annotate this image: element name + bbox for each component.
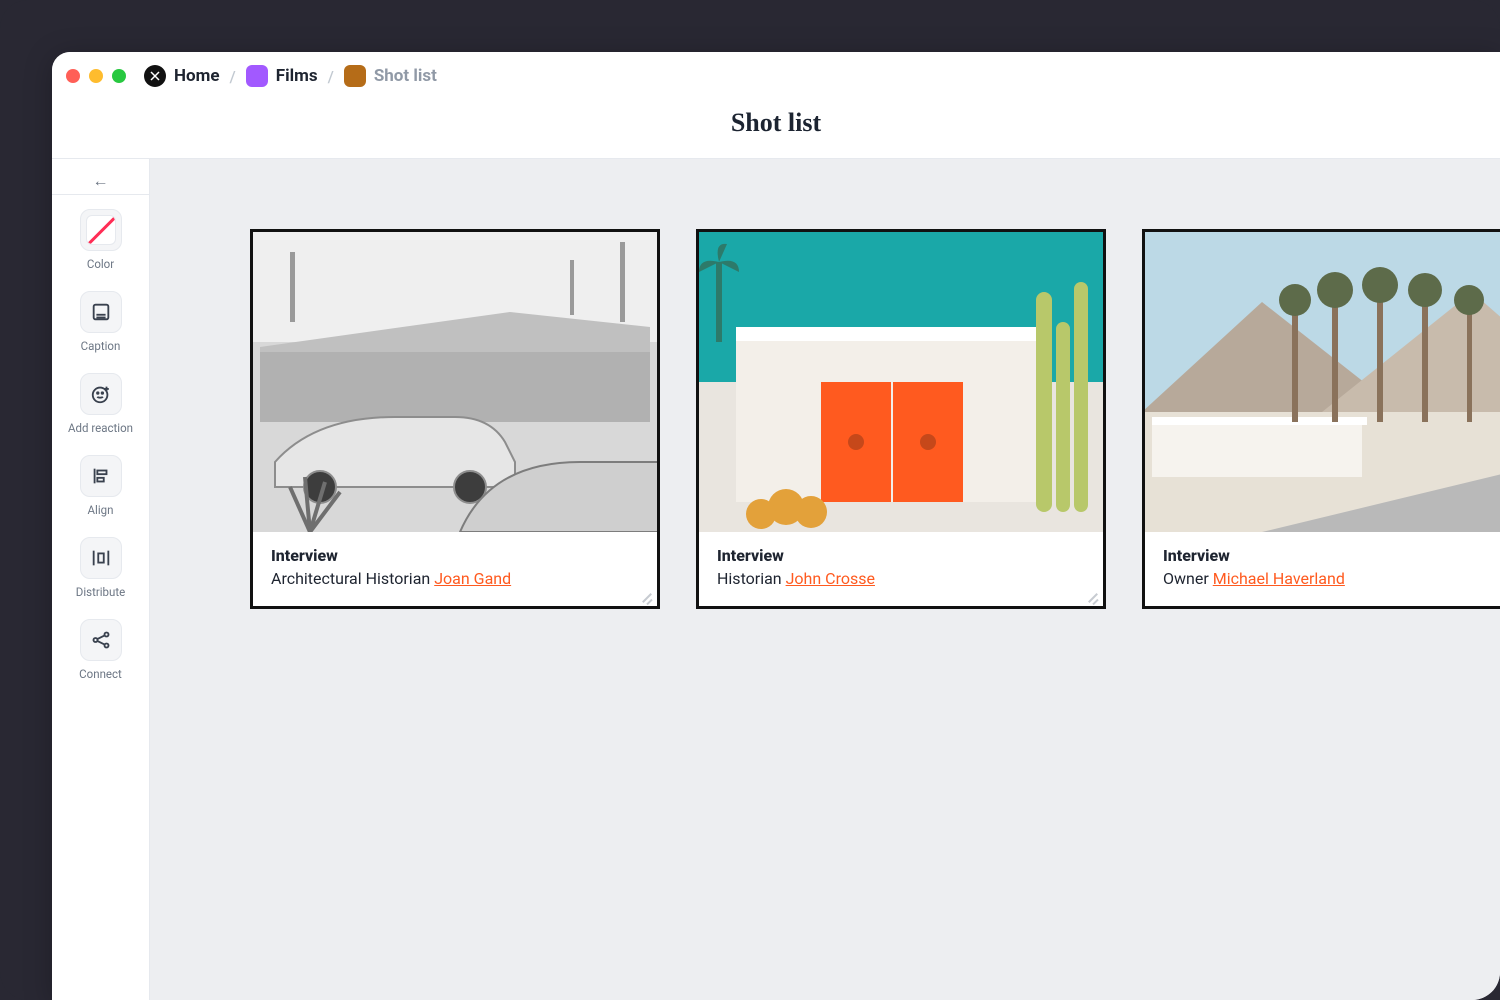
shot-thumbnail bbox=[253, 232, 657, 532]
breadcrumb-home[interactable]: Home bbox=[144, 65, 220, 87]
minimize-window-button[interactable] bbox=[89, 69, 103, 83]
shot-thumbnail bbox=[699, 232, 1103, 532]
resize-handle[interactable] bbox=[1085, 588, 1099, 602]
breadcrumb-shot-list[interactable]: Shot list bbox=[344, 65, 437, 87]
page-title: Shot list bbox=[52, 100, 1500, 159]
home-icon bbox=[144, 65, 166, 87]
breadcrumb-separator: / bbox=[328, 67, 334, 86]
breadcrumb-films-label: Films bbox=[276, 66, 318, 86]
shot-card[interactable]: Interview Historian John Crosse bbox=[696, 229, 1106, 609]
color-swatch-icon bbox=[86, 215, 116, 245]
breadcrumb-shot-label: Shot list bbox=[374, 66, 437, 86]
tool-align-label: Align bbox=[88, 503, 114, 517]
tool-color-label: Color bbox=[87, 257, 114, 271]
tool-caption-label: Caption bbox=[81, 339, 121, 353]
breadcrumb-separator: / bbox=[230, 67, 236, 86]
shot-list-icon bbox=[344, 65, 366, 87]
workspace: ← Color Caption Add reaction bbox=[52, 159, 1500, 1000]
shot-role: Historian bbox=[717, 569, 786, 588]
tool-connect-label: Connect bbox=[79, 667, 122, 681]
arrow-left-icon: ← bbox=[93, 171, 109, 191]
screenshot-frame: Home / Films / Shot list Shot list ← bbox=[0, 0, 1500, 1000]
shot-role: Architectural Historian bbox=[271, 569, 434, 588]
tool-connect[interactable]: Connect bbox=[52, 605, 149, 687]
breadcrumb-home-label: Home bbox=[174, 66, 220, 86]
smile-plus-icon bbox=[80, 373, 122, 415]
tool-align[interactable]: Align bbox=[52, 441, 149, 523]
caption-icon bbox=[80, 291, 122, 333]
tool-sidebar: ← Color Caption Add reaction bbox=[52, 159, 150, 1000]
window-controls bbox=[66, 69, 126, 83]
canvas[interactable]: Interview Architectural Historian Joan G… bbox=[150, 159, 1500, 1000]
tool-add-reaction[interactable]: Add reaction bbox=[52, 359, 149, 441]
shot-description: Architectural Historian Joan Gand bbox=[271, 569, 639, 588]
close-window-button[interactable] bbox=[66, 69, 80, 83]
shot-title: Interview bbox=[271, 546, 639, 565]
films-icon bbox=[246, 65, 268, 87]
app-window: Home / Films / Shot list Shot list ← bbox=[52, 52, 1500, 1000]
tool-reaction-label: Add reaction bbox=[68, 421, 133, 435]
shot-person-link[interactable]: Joan Gand bbox=[434, 569, 511, 588]
tool-caption[interactable]: Caption bbox=[52, 277, 149, 359]
shot-description: Historian John Crosse bbox=[717, 569, 1085, 588]
shot-title: Interview bbox=[1163, 546, 1500, 565]
shot-description: Owner Michael Haverland bbox=[1163, 569, 1500, 588]
tool-distribute-label: Distribute bbox=[76, 585, 125, 599]
shot-meta: Interview Owner Michael Haverland bbox=[1145, 532, 1500, 606]
shot-meta: Interview Historian John Crosse bbox=[699, 532, 1103, 606]
shot-person-link[interactable]: Michael Haverland bbox=[1213, 569, 1345, 588]
tool-distribute[interactable]: Distribute bbox=[52, 523, 149, 605]
card-row: Interview Architectural Historian Joan G… bbox=[250, 229, 1500, 609]
shot-meta: Interview Architectural Historian Joan G… bbox=[253, 532, 657, 606]
connect-icon bbox=[80, 619, 122, 661]
shot-person-link[interactable]: John Crosse bbox=[786, 569, 875, 588]
resize-handle[interactable] bbox=[639, 588, 653, 602]
shot-role: Owner bbox=[1163, 569, 1213, 588]
zoom-window-button[interactable] bbox=[112, 69, 126, 83]
shot-card[interactable]: Interview Architectural Historian Joan G… bbox=[250, 229, 660, 609]
shot-title: Interview bbox=[717, 546, 1085, 565]
tool-color[interactable]: Color bbox=[52, 195, 149, 277]
shot-thumbnail bbox=[1145, 232, 1500, 532]
distribute-icon bbox=[80, 537, 122, 579]
breadcrumb-films[interactable]: Films bbox=[246, 65, 318, 87]
titlebar: Home / Films / Shot list bbox=[52, 52, 1500, 100]
align-left-icon bbox=[80, 455, 122, 497]
shot-card[interactable]: Interview Owner Michael Haverland bbox=[1142, 229, 1500, 609]
collapse-sidebar-button[interactable]: ← bbox=[52, 167, 149, 195]
